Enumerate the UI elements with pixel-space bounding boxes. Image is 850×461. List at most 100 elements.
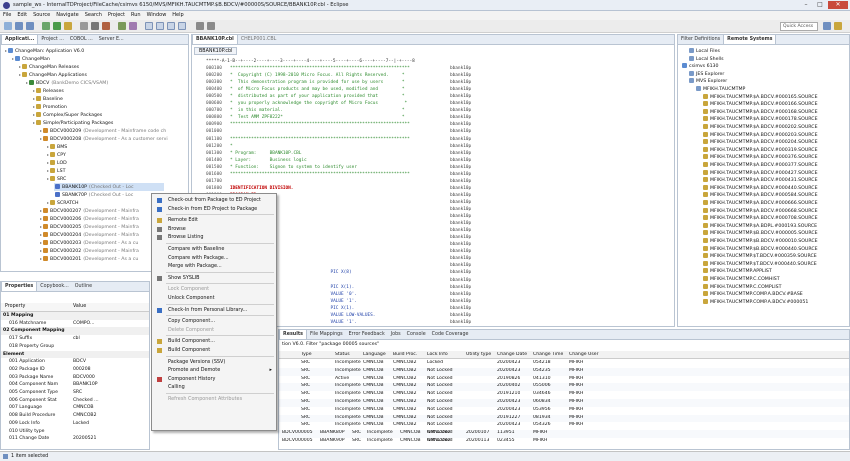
property-row[interactable]: 003 Package Name BDCV000 xyxy=(1,374,149,382)
menu-item[interactable]: Build Component xyxy=(152,346,276,355)
expand-toggle-icon[interactable]: ▸ xyxy=(40,240,42,245)
table-row[interactable]: SRC Incomplete CMNCOB CMNCOB2 Not Locked 2019… xyxy=(279,414,849,423)
tree-item[interactable]: ▸ Baseline xyxy=(33,95,63,103)
property-row[interactable]: 01 Mapping xyxy=(1,312,149,320)
save-all-icon[interactable] xyxy=(26,22,34,30)
tab-copybook[interactable]: Copybook... xyxy=(37,282,71,291)
expand-toggle-icon[interactable]: ▸ xyxy=(47,168,49,173)
table-row[interactable]: SRC Incomplete CMNCOB CMNCOB2 Not Locked 2020… xyxy=(279,399,849,407)
menu-run[interactable]: Run xyxy=(128,11,144,18)
property-row[interactable]: 018 Property Group xyxy=(1,343,149,351)
menu-item[interactable]: Check-In from Personal Library... xyxy=(152,306,276,315)
tree-item[interactable]: ▸ LOD xyxy=(47,159,67,167)
property-column-header[interactable]: Property xyxy=(5,304,25,309)
tab-code-coverage[interactable]: Code Coverage xyxy=(429,330,472,339)
tree-item[interactable]: ▸ ChangeMan xyxy=(12,55,50,63)
expand-toggle-icon[interactable]: ▸ xyxy=(40,216,42,221)
tab-file-mappings[interactable]: File Mappings xyxy=(307,330,346,339)
tree-item[interactable]: ▸ ChangeMan: Application V6.0 xyxy=(5,47,84,55)
tree-item[interactable]: ▸ Releases xyxy=(33,87,64,95)
remote-tree-item[interactable]: MFIKH.TAUCMTMP.COMP.A.BDCV.#000051 xyxy=(703,298,808,307)
tab-properties[interactable]: Properties xyxy=(1,282,38,291)
column-header[interactable]: Utility type xyxy=(466,352,491,357)
table-row[interactable]: SRC Incomplete CMNCOB CMNCOB2 Not Locked 2019… xyxy=(279,391,849,399)
expand-toggle-icon[interactable]: ▸ xyxy=(40,232,42,237)
menu-item[interactable]: Merge with Package... xyxy=(152,262,276,271)
tab-results[interactable]: Results xyxy=(279,330,308,339)
expand-toggle-icon[interactable]: ▸ xyxy=(40,136,42,141)
column-header[interactable]: Build Proc. xyxy=(393,352,417,357)
maximize-button[interactable]: □ xyxy=(814,1,826,9)
property-row[interactable]: 02 Component Mapping xyxy=(1,327,149,336)
layout-icon-3[interactable] xyxy=(167,22,175,30)
tree-item[interactable]: ▸ SCRATCH xyxy=(47,199,79,207)
tab-chelp001[interactable]: CHELP001.CBL xyxy=(238,35,280,44)
build-icon[interactable] xyxy=(64,22,72,30)
expand-toggle-icon[interactable]: ▸ xyxy=(33,96,35,101)
tab-console[interactable]: Console xyxy=(404,330,429,339)
tab-project-explorer[interactable]: Project ... xyxy=(38,35,67,44)
external-tools-icon[interactable] xyxy=(102,22,110,30)
property-row[interactable]: 006 Component Stat Checked ... xyxy=(1,397,149,405)
column-header[interactable]: Language xyxy=(363,352,386,357)
forward-icon[interactable] xyxy=(207,22,215,30)
tree-item[interactable]: ▸ BDCV (BankDemo CICS/VSAM) xyxy=(26,79,108,87)
menu-project[interactable]: Project xyxy=(105,11,128,18)
perspective-icon-2[interactable] xyxy=(834,22,842,30)
menu-item[interactable]: Check-in from ED Project to Package xyxy=(152,205,276,214)
property-row[interactable]: 004 Component Nam BBANK10P xyxy=(1,381,149,389)
expand-toggle-icon[interactable]: ▸ xyxy=(47,144,49,149)
expand-toggle-icon[interactable]: ▸ xyxy=(5,48,7,53)
table-row[interactable]: SRC Incomplete CMNCOB CMNCOB2 Not Locked 2020… xyxy=(279,383,849,392)
minimize-button[interactable]: – xyxy=(800,1,812,9)
new-icon[interactable] xyxy=(4,22,12,30)
tree-item[interactable]: ▸ BDCV000209 (Development - Mainframe code… xyxy=(40,127,166,135)
table-row[interactable]: BDCV000005 BBANK80P SRC Incomplete CMNCOB CMN… xyxy=(279,430,849,438)
property-row[interactable]: 010 Utility type xyxy=(1,428,149,436)
column-header[interactable]: Change Date xyxy=(497,352,527,357)
table-row[interactable]: BDCV000005 BBANK90P SRC Incomplete CMNCOB CMN… xyxy=(279,438,849,446)
table-row[interactable]: SRC Incomplete CMNCOB CMNCOB2 Locked 20200423… xyxy=(279,360,849,368)
expand-toggle-icon[interactable]: ▸ xyxy=(47,176,49,181)
search-icon[interactable] xyxy=(80,22,88,30)
menu-item[interactable]: Unlock Component xyxy=(152,294,276,303)
quick-access-input[interactable]: Quick Access xyxy=(780,22,818,31)
menu-help[interactable]: Help xyxy=(169,11,186,18)
tab-filter-definitions[interactable]: Filter Definitions xyxy=(678,35,723,44)
tree-item[interactable]: ▸ BDCV000205 (Development - Mainfra xyxy=(40,223,139,231)
table-row[interactable]: SRC Incomplete CMNCOB CMNCOB2 Not Locked 2020… xyxy=(279,407,849,415)
column-header[interactable]: Status xyxy=(335,352,350,357)
menu-search[interactable]: Search xyxy=(82,11,105,18)
tab-outline[interactable]: Outline xyxy=(72,282,95,291)
expand-toggle-icon[interactable]: ▸ xyxy=(40,224,42,229)
menu-window[interactable]: Window xyxy=(144,11,170,18)
menu-edit[interactable]: Edit xyxy=(14,11,30,18)
tree-item[interactable]: ▸ BDCV000207 (Development - Mainfra xyxy=(40,207,139,215)
tab-cobol-explorer[interactable]: COBOL ... xyxy=(67,35,96,44)
tree-item[interactable]: ▸ SRC xyxy=(47,175,66,183)
open-task-icon[interactable] xyxy=(129,22,137,30)
table-row[interactable]: SRC Incomplete CMNCOB CMNCOB2 Not Locked 2020… xyxy=(279,422,849,430)
tree-item[interactable]: ▸ Simple/Participating Packages xyxy=(33,119,113,127)
layout-icon[interactable] xyxy=(145,22,153,30)
table-row[interactable]: SRC Active CMNCOB CMNCOB2 Not Locked 20190826… xyxy=(279,376,849,384)
expand-toggle-icon[interactable]: ▸ xyxy=(33,88,35,93)
perspective-icon[interactable] xyxy=(823,22,831,30)
menu-navigate[interactable]: Navigate xyxy=(53,11,81,18)
save-icon[interactable] xyxy=(15,22,23,30)
layout-icon-4[interactable] xyxy=(178,22,186,30)
expand-toggle-icon[interactable]: ▸ xyxy=(33,120,35,125)
property-row[interactable]: 001 Application BDCV xyxy=(1,358,149,366)
expand-toggle-icon[interactable]: ▸ xyxy=(40,208,42,213)
tree-item[interactable]: ▸ LST xyxy=(47,167,65,175)
expand-toggle-icon[interactable]: ▸ xyxy=(47,152,49,157)
menu-item[interactable]: Show SYSLIB xyxy=(152,274,276,283)
tree-item[interactable]: ▸ ChangeMan Applications xyxy=(19,71,87,79)
close-button[interactable]: ✕ xyxy=(828,1,848,9)
expand-toggle-icon[interactable]: ▸ xyxy=(12,56,14,61)
expand-toggle-icon[interactable]: ▸ xyxy=(33,104,35,109)
tree-item[interactable]: ▸ BMS xyxy=(47,143,67,151)
expand-toggle-icon[interactable]: ▸ xyxy=(33,112,35,117)
run-icon[interactable] xyxy=(53,22,61,30)
tab-application-explorer[interactable]: Applicati... xyxy=(1,35,39,44)
